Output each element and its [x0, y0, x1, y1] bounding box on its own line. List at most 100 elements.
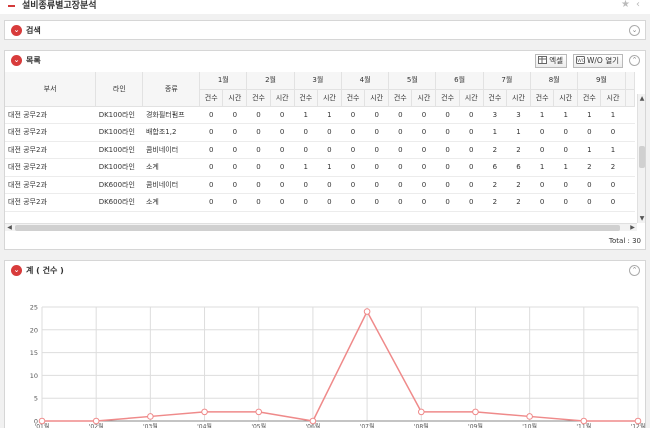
- cell-value: 0: [388, 123, 412, 142]
- col-header-month-7: 7월: [483, 72, 532, 90]
- scroll-down-icon[interactable]: ▼: [638, 214, 646, 223]
- col-header-month-3: 3월: [294, 72, 342, 90]
- col-header-time: 시간: [364, 89, 390, 107]
- horizontal-scroll-thumb[interactable]: [15, 225, 620, 231]
- x-tick-label: '03월: [143, 423, 158, 428]
- chart-panel: ⌄ 계 ( 건수 ) ⌃ 0 5 10 15 20 25'01월 '02월 '03월 '04월 '…: [4, 260, 646, 428]
- col-header-line[interactable]: 라인: [95, 72, 144, 107]
- cell-value: 0: [341, 123, 365, 142]
- data-table: 부서 라인 종류 1월 2월 3월 4월 5월 6월 7월 8월 9월 건수 시간…: [5, 72, 635, 212]
- chevron-down-icon[interactable]: ⌄: [11, 55, 22, 66]
- search-panel-header[interactable]: ⌄ 검색 ⌄: [5, 21, 645, 41]
- cell-dept: 대전 공무2과: [5, 176, 96, 194]
- cell-value: 1: [294, 106, 318, 124]
- cell-value: 0: [435, 123, 460, 142]
- scroll-right-icon[interactable]: ▶: [628, 224, 637, 232]
- cell-value: 0: [530, 141, 554, 159]
- favorite-star-icon[interactable]: ★: [621, 0, 636, 10]
- col-header-time: 시간: [411, 89, 437, 107]
- cell-value: 0: [364, 123, 389, 142]
- vertical-scroll-thumb[interactable]: [639, 146, 645, 168]
- cell-dept: 대전 공무2과: [5, 106, 96, 124]
- excel-icon: [538, 56, 548, 64]
- cell-value: 0: [553, 193, 578, 212]
- cell-partial: [625, 193, 635, 212]
- excel-label: 엑셀: [549, 56, 563, 65]
- table-row[interactable]: 대전 공무2과 DK600라인 소계 0 0 0 0 0 0 0 0 0 0 0 0 2 2 0 0 0 0: [5, 193, 635, 212]
- share-icon[interactable]: ‹: [636, 0, 646, 10]
- cell-value: 2: [577, 158, 601, 177]
- cell-value: 0: [317, 123, 342, 142]
- col-header-time: 시간: [506, 89, 532, 107]
- cell-value: 1: [553, 106, 578, 124]
- scroll-left-icon[interactable]: ◀: [5, 224, 14, 232]
- x-tick-label: '04월: [197, 423, 212, 428]
- table-row[interactable]: 대전 공무2과 DK600라인 콤비네이터 0 0 0 0 0 0 0 0 0 0 0 0 2 2 0 0 0 0: [5, 176, 635, 194]
- cell-value: 0: [294, 193, 318, 212]
- cell-value: 3: [506, 106, 531, 124]
- col-header-dept[interactable]: 부서: [5, 72, 97, 107]
- cell-value: 0: [270, 141, 295, 159]
- chart-panel-header: ⌄ 계 ( 건수 ) ⌃: [5, 261, 645, 281]
- table-row[interactable]: 대전 공무2과 DK100라인 소계 0 0 0 0 1 1 0 0 0 0 0 0 6 6 1 1 2 2: [5, 158, 635, 177]
- y-tick-label: 20: [30, 326, 38, 334]
- cell-value: 0: [459, 123, 484, 142]
- title-marker: [8, 5, 15, 7]
- col-header-count: 건수: [483, 89, 507, 107]
- cell-value: 6: [506, 158, 531, 177]
- cell-value: 0: [341, 158, 365, 177]
- col-header-count: 건수: [294, 89, 318, 107]
- header-tools: ★‹: [621, 0, 646, 10]
- y-tick-label: 15: [30, 349, 38, 357]
- series-line: [42, 309, 638, 422]
- wo-open-button[interactable]: WO W/O 열기: [572, 54, 623, 68]
- cell-value: 2: [483, 176, 507, 194]
- cell-value: 0: [459, 193, 484, 212]
- col-header-count: 건수: [577, 89, 602, 107]
- cell-value: 0: [459, 141, 484, 159]
- line-chart: 0510152025'01월 '02월 '03월 '04월 '05월 '06월 '07월 '0…: [30, 304, 645, 428]
- data-point: [526, 413, 533, 420]
- cell-value: 0: [530, 176, 554, 194]
- col-header-month-4: 4월: [341, 72, 390, 90]
- excel-button[interactable]: 엑셀: [535, 54, 567, 68]
- cell-dept: 대전 공무2과: [5, 193, 96, 212]
- cell-value: 0: [411, 141, 436, 159]
- scroll-up-icon[interactable]: ▲: [638, 94, 646, 103]
- cell-value: 2: [483, 193, 507, 212]
- wo-icon: WO: [575, 56, 585, 64]
- data-grid: 부서 라인 종류 1월 2월 3월 4월 5월 6월 7월 8월 9월 건수 시간…: [5, 72, 635, 277]
- cell-value: 0: [246, 176, 271, 194]
- table-row[interactable]: 대전 공무2과 DK100라인 배합조1,2 0 0 0 0 0 0 0 0 0 0 0 0 1 1 0 0 0 0: [5, 123, 635, 142]
- cell-line: DK100라인: [95, 141, 143, 159]
- cell-value: 0: [530, 193, 554, 212]
- svg-text:WO: WO: [577, 58, 585, 64]
- data-point: [417, 408, 425, 416]
- cell-value: 0: [199, 106, 223, 124]
- table-row[interactable]: 대전 공무2과 DK100라인 경화필터펌프 0 0 0 0 1 1 0 0 0 0 0 0 3 3 1 1 1 1: [5, 106, 635, 124]
- cell-value: 1: [553, 158, 578, 177]
- col-header-time: 시간: [270, 89, 295, 107]
- vertical-scrollbar[interactable]: ▲ ▼: [637, 94, 645, 223]
- collapse-toggle-icon[interactable]: ⌃: [629, 55, 640, 66]
- cell-value: 0: [435, 141, 460, 159]
- cell-value: 0: [222, 123, 247, 142]
- collapse-toggle-icon[interactable]: ⌃: [629, 265, 640, 276]
- search-panel: ⌄ 검색 ⌄: [4, 20, 646, 40]
- horizontal-scrollbar[interactable]: ◀ ▶: [5, 223, 637, 231]
- col-header-kind[interactable]: 종류: [142, 72, 201, 107]
- expand-toggle-icon[interactable]: ⌄: [629, 25, 640, 36]
- cell-value: 2: [506, 193, 531, 212]
- cell-kind: 콤비네이터: [142, 176, 200, 194]
- list-panel-label: 목록: [26, 56, 41, 65]
- cell-value: 0: [222, 106, 247, 124]
- col-header-count: 건수: [246, 89, 271, 107]
- data-point: [472, 408, 479, 416]
- table-row[interactable]: 대전 공무2과 DK100라인 콤비네이터 0 0 0 0 0 0 0 0 0 0 0 0 2 2 0 0 1 1: [5, 141, 635, 159]
- cell-partial: [625, 106, 635, 124]
- chevron-down-icon[interactable]: ⌄: [11, 265, 22, 276]
- y-tick-label: 5: [34, 395, 38, 403]
- cell-value: 1: [317, 158, 342, 177]
- col-header-time: 시간: [553, 89, 579, 107]
- col-header-partial: [625, 89, 635, 107]
